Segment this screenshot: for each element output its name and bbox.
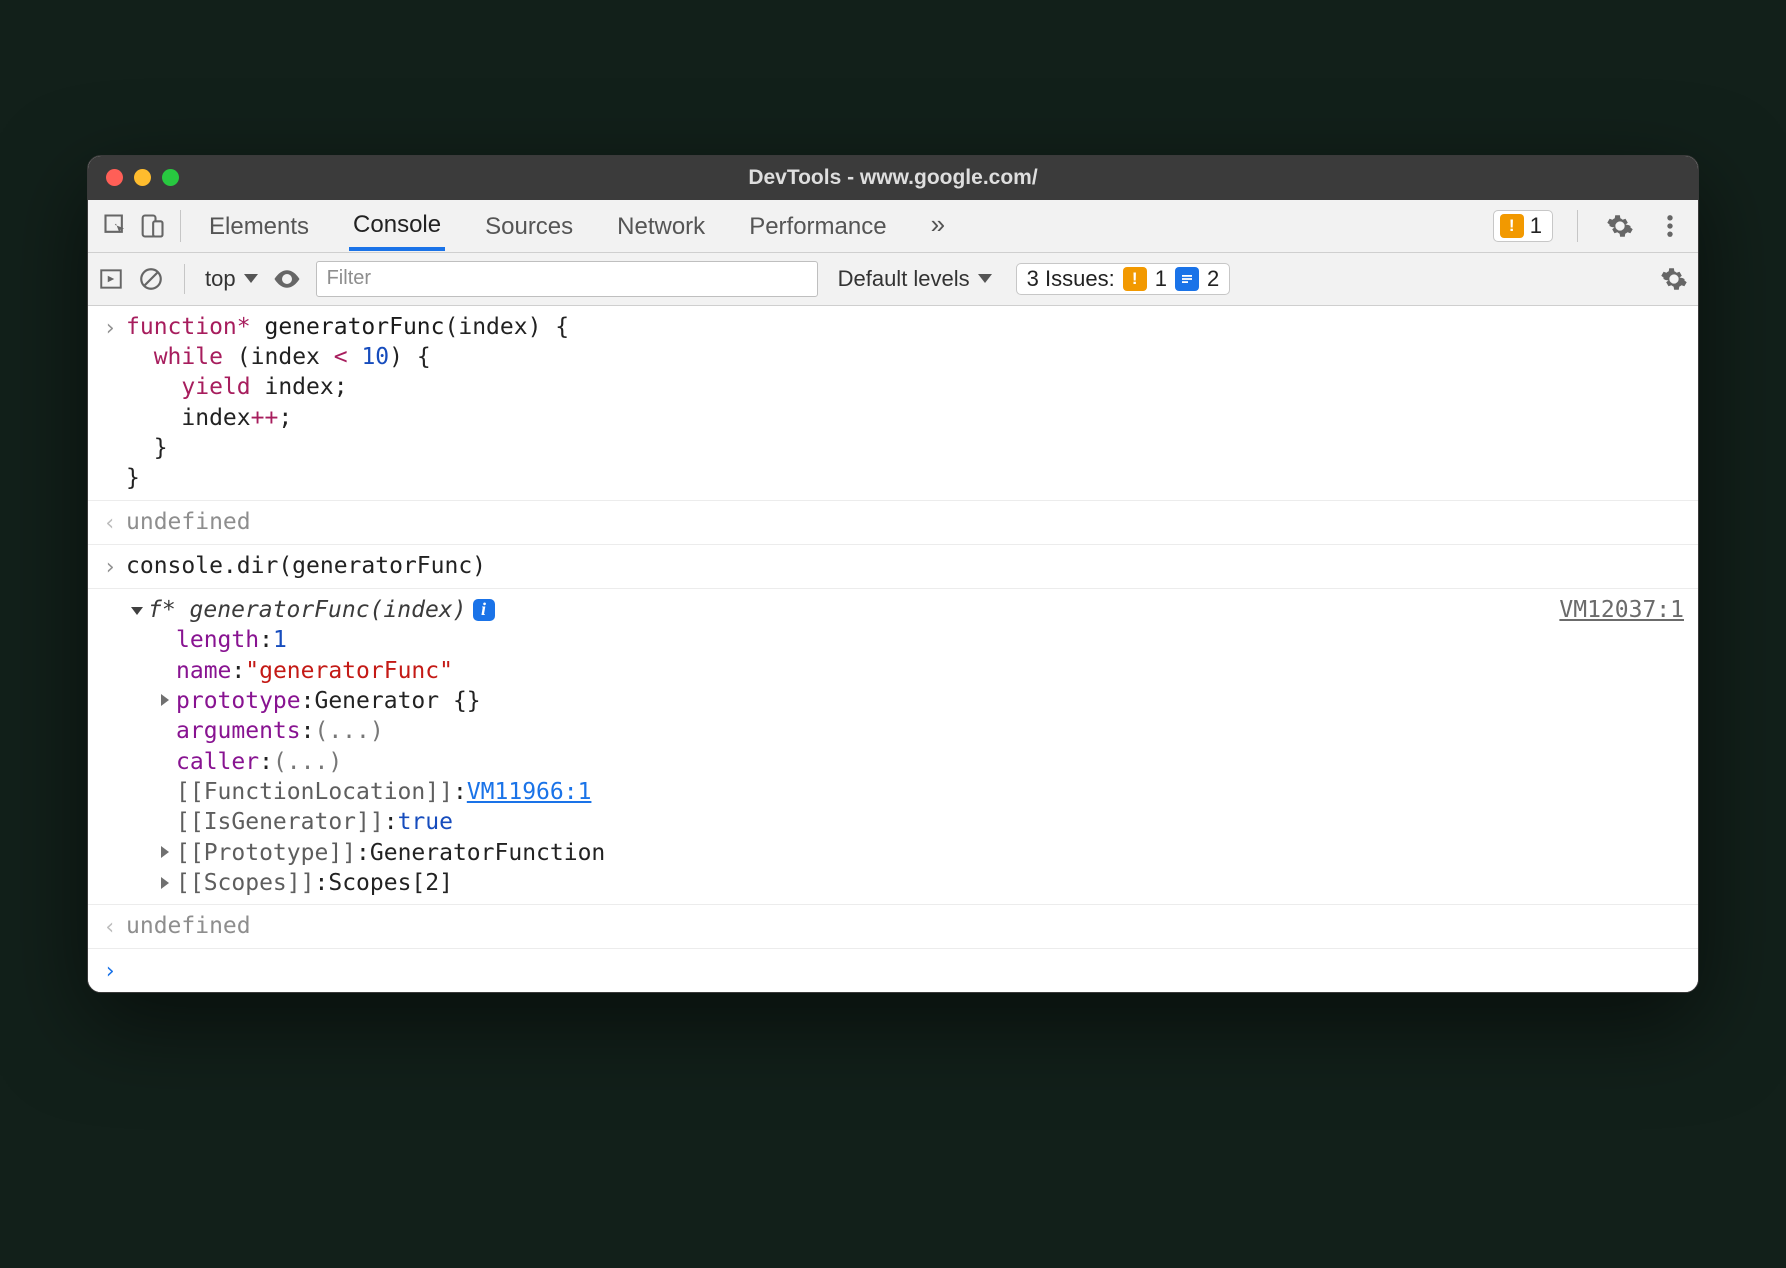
input-chevron-icon: ›: [94, 312, 126, 343]
object-property-row[interactable]: [[FunctionLocation]]: VM11966:1: [128, 777, 1684, 807]
property-value: true: [398, 807, 453, 837]
close-window-button[interactable]: [106, 169, 123, 186]
code-block[interactable]: console.dir(generatorFunc): [126, 553, 486, 579]
clear-console-icon[interactable]: [138, 266, 164, 292]
panel-tabs: Elements Console Sources Network Perform…: [205, 201, 949, 251]
output-chevron-icon: ›: [94, 507, 126, 538]
object-property-row[interactable]: name: "generatorFunc": [128, 656, 1684, 686]
object-property-row[interactable]: caller: (...): [128, 747, 1684, 777]
issues-label: 3 Issues:: [1027, 266, 1115, 292]
window-title: DevTools - www.google.com/: [88, 166, 1698, 190]
property-name: [[Prototype]]: [176, 838, 356, 868]
console-entry-dir: VM12037:1 f* generatorFunc(index) i leng…: [88, 589, 1698, 906]
log-levels-label: Default levels: [838, 266, 970, 292]
tab-performance[interactable]: Performance: [745, 203, 890, 249]
property-name: name: [176, 656, 231, 686]
code-block[interactable]: function* generatorFunc(index) { while (…: [126, 312, 1684, 494]
object-property-row[interactable]: [[Prototype]]: GeneratorFunction: [128, 838, 1684, 868]
chevron-down-icon: [244, 274, 258, 283]
output-chevron-icon: ›: [94, 911, 126, 942]
property-name: prototype: [176, 686, 301, 716]
context-label: top: [205, 266, 236, 292]
console-entry-input: › console.dir(generatorFunc): [88, 545, 1698, 589]
info-badge-icon[interactable]: i: [473, 599, 495, 621]
console-settings-gear-icon[interactable]: [1660, 265, 1688, 293]
tab-elements[interactable]: Elements: [205, 203, 313, 249]
result-value: undefined: [126, 509, 251, 535]
object-property-row[interactable]: [[Scopes]]: Scopes[2]: [128, 868, 1684, 898]
property-name: caller: [176, 747, 259, 777]
console-entry-result: › undefined: [88, 501, 1698, 545]
titlebar: DevTools - www.google.com/: [88, 156, 1698, 200]
property-value: (...): [273, 747, 342, 777]
console-sidebar-toggle-icon[interactable]: [98, 266, 124, 292]
toolbar-divider: [184, 264, 185, 294]
console-issues-badge[interactable]: ! 1: [1493, 210, 1553, 242]
console-toolbar: top Default levels 3 Issues: ! 1 2: [88, 253, 1698, 306]
input-chevron-icon: ›: [94, 551, 126, 582]
devtools-window: DevTools - www.google.com/ Elements Cons…: [87, 155, 1699, 994]
object-property-row[interactable]: [[IsGenerator]]: true: [128, 807, 1684, 837]
property-name: length: [176, 625, 259, 655]
object-property-row[interactable]: arguments: (...): [128, 716, 1684, 746]
object-property-row[interactable]: prototype: Generator {}: [128, 686, 1684, 716]
disclosure-triangle-closed-icon[interactable]: [156, 873, 174, 894]
more-tabs-icon[interactable]: »: [927, 203, 949, 248]
console-prompt[interactable]: ›: [88, 949, 1698, 992]
kebab-menu-icon[interactable]: [1652, 208, 1688, 244]
settings-gear-icon[interactable]: [1602, 208, 1638, 244]
property-value: "generatorFunc": [245, 656, 453, 686]
filter-input[interactable]: [316, 261, 818, 297]
zoom-window-button[interactable]: [162, 169, 179, 186]
source-link[interactable]: VM11966:1: [467, 777, 592, 807]
property-value: Generator {}: [314, 686, 480, 716]
property-name: arguments: [176, 716, 301, 746]
console-output: › function* generatorFunc(index) { while…: [88, 306, 1698, 993]
property-value: (...): [314, 716, 383, 746]
object-tree: f* generatorFunc(index) i length: 1 name…: [128, 595, 1684, 899]
tab-console[interactable]: Console: [349, 201, 445, 251]
console-entry-result: › undefined: [88, 905, 1698, 949]
disclosure-triangle-closed-icon[interactable]: [156, 842, 174, 863]
gutter-spacer: [94, 595, 126, 597]
result-value: undefined: [126, 913, 251, 939]
warning-icon: !: [1500, 214, 1524, 238]
traffic-lights: [106, 169, 179, 186]
property-name: [[IsGenerator]]: [176, 807, 384, 837]
warning-icon: !: [1123, 267, 1147, 291]
property-name: [[FunctionLocation]]: [176, 777, 453, 807]
source-link[interactable]: VM12037:1: [1559, 595, 1684, 625]
toolbar-divider: [180, 210, 181, 242]
tab-network[interactable]: Network: [613, 203, 709, 249]
info-icon: [1175, 267, 1199, 291]
function-signature: f* generatorFunc(index): [148, 595, 467, 625]
property-name: [[Scopes]]: [176, 868, 314, 898]
inspect-element-icon[interactable]: [98, 208, 134, 244]
toolbar-divider: [1577, 210, 1578, 242]
prompt-chevron-icon: ›: [94, 955, 126, 986]
object-tree-root[interactable]: f* generatorFunc(index) i: [128, 595, 1684, 625]
disclosure-triangle-closed-icon[interactable]: [156, 690, 174, 711]
property-value: Scopes[2]: [328, 868, 453, 898]
issues-counter[interactable]: 3 Issues: ! 1 2: [1016, 263, 1231, 295]
object-property-row[interactable]: length: 1: [128, 625, 1684, 655]
property-value: GeneratorFunction: [370, 838, 605, 868]
warning-count: 1: [1530, 213, 1542, 239]
disclosure-triangle-open-icon[interactable]: [128, 599, 146, 620]
issues-warn-count: 1: [1155, 266, 1167, 292]
device-toolbar-icon[interactable]: [134, 208, 170, 244]
live-expression-eye-icon[interactable]: [272, 266, 302, 292]
chevron-down-icon: [978, 274, 992, 283]
context-selector[interactable]: top: [205, 266, 258, 292]
main-toolbar: Elements Console Sources Network Perform…: [88, 200, 1698, 253]
console-entry-input: › function* generatorFunc(index) { while…: [88, 306, 1698, 501]
tab-sources[interactable]: Sources: [481, 203, 577, 249]
property-value: 1: [273, 625, 287, 655]
log-levels-selector[interactable]: Default levels: [838, 266, 992, 292]
issues-info-count: 2: [1207, 266, 1219, 292]
minimize-window-button[interactable]: [134, 169, 151, 186]
